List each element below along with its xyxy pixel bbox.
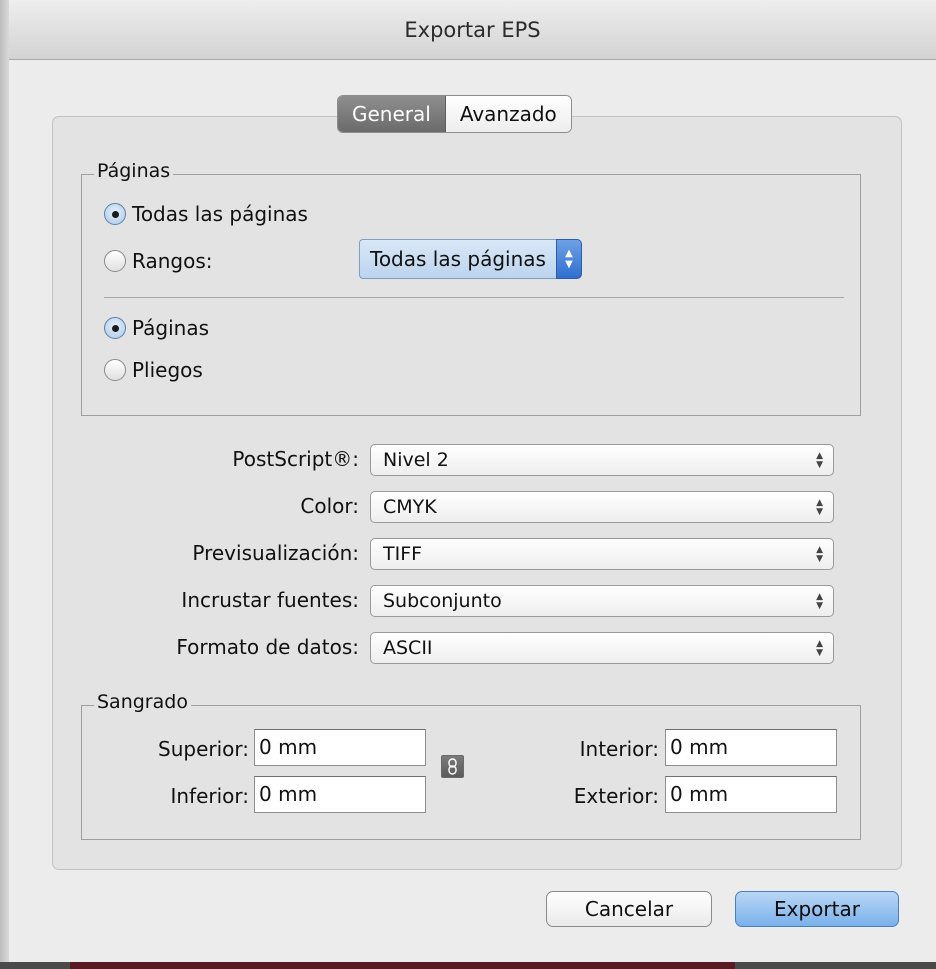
embed-fonts-value: Subconjunto — [383, 590, 502, 612]
select-chevron-icon: ▲ ▼ — [816, 639, 823, 658]
ranges-value[interactable]: Todas las páginas — [359, 239, 556, 279]
pages-divider — [104, 297, 844, 298]
radio-spreads[interactable]: Pliegos — [104, 358, 203, 382]
preview-value: TIFF — [383, 543, 423, 565]
radio-spreads-label: Pliegos — [132, 358, 203, 382]
bleed-group-title: Sangrado — [94, 691, 191, 713]
radio-ranges-label: Rangos: — [132, 249, 213, 273]
data-format-label: Formato de datos: — [176, 635, 359, 659]
postscript-value: Nivel 2 — [383, 449, 449, 471]
select-chevron-icon: ▲ ▼ — [816, 545, 823, 564]
stepper-arrows-icon[interactable]: ▲ ▼ — [555, 239, 582, 279]
bleed-outside-field[interactable]: 0 mm — [665, 776, 837, 813]
tab-general[interactable]: General — [338, 96, 446, 132]
postscript-label: PostScript®: — [232, 447, 359, 471]
select-chevron-icon: ▲ ▼ — [816, 451, 823, 470]
radio-button[interactable] — [104, 203, 126, 225]
link-chain-icon[interactable] — [441, 755, 464, 778]
export-eps-dialog: Exportar EPS General Avanzado Páginas To… — [9, 0, 936, 962]
tab-bar: General Avanzado — [337, 95, 572, 133]
embed-fonts-select[interactable]: Subconjunto ▲ ▼ — [370, 585, 834, 617]
radio-button[interactable] — [104, 359, 126, 381]
ranges-combo[interactable]: Todas las páginas ▲ ▼ — [359, 239, 582, 279]
preview-label: Previsualización: — [192, 541, 359, 565]
chain-icon — [448, 758, 457, 775]
radio-all-pages-label: Todas las páginas — [132, 202, 308, 226]
embed-fonts-label: Incrustar fuentes: — [181, 588, 359, 612]
bleed-outside-label: Exterior: — [573, 784, 659, 808]
radio-pages-label: Páginas — [132, 316, 210, 340]
color-label: Color: — [300, 494, 359, 518]
bleed-top-field[interactable]: 0 mm — [254, 729, 426, 766]
cancel-button[interactable]: Cancelar — [546, 891, 712, 927]
bleed-inside-field[interactable]: 0 mm — [665, 729, 837, 766]
postscript-select[interactable]: Nivel 2 ▲ ▼ — [370, 444, 834, 476]
pages-group-title: Páginas — [94, 160, 174, 182]
tab-avanzado[interactable]: Avanzado — [445, 96, 571, 132]
radio-pages[interactable]: Páginas — [104, 316, 209, 340]
radio-ranges[interactable]: Rangos: — [104, 249, 212, 273]
select-chevron-icon: ▲ ▼ — [816, 592, 823, 611]
background-window-edge — [0, 0, 9, 969]
dialog-title: Exportar EPS — [9, 0, 936, 60]
data-format-select[interactable]: ASCII ▲ ▼ — [370, 632, 834, 664]
select-chevron-icon: ▲ ▼ — [816, 498, 823, 517]
bleed-top-label: Superior: — [158, 737, 249, 761]
color-select[interactable]: CMYK ▲ ▼ — [370, 491, 834, 523]
radio-button[interactable] — [104, 317, 126, 339]
color-value: CMYK — [383, 496, 437, 518]
bleed-group — [81, 705, 861, 840]
background-window-bottom — [0, 962, 936, 969]
bleed-bottom-field[interactable]: 0 mm — [254, 776, 426, 813]
radio-all-pages[interactable]: Todas las páginas — [104, 202, 308, 226]
data-format-value: ASCII — [383, 637, 433, 659]
bleed-bottom-label: Inferior: — [170, 784, 249, 808]
radio-button[interactable] — [104, 250, 126, 272]
bleed-inside-label: Interior: — [579, 737, 659, 761]
export-button[interactable]: Exportar — [735, 891, 899, 927]
preview-select[interactable]: TIFF ▲ ▼ — [370, 538, 834, 570]
